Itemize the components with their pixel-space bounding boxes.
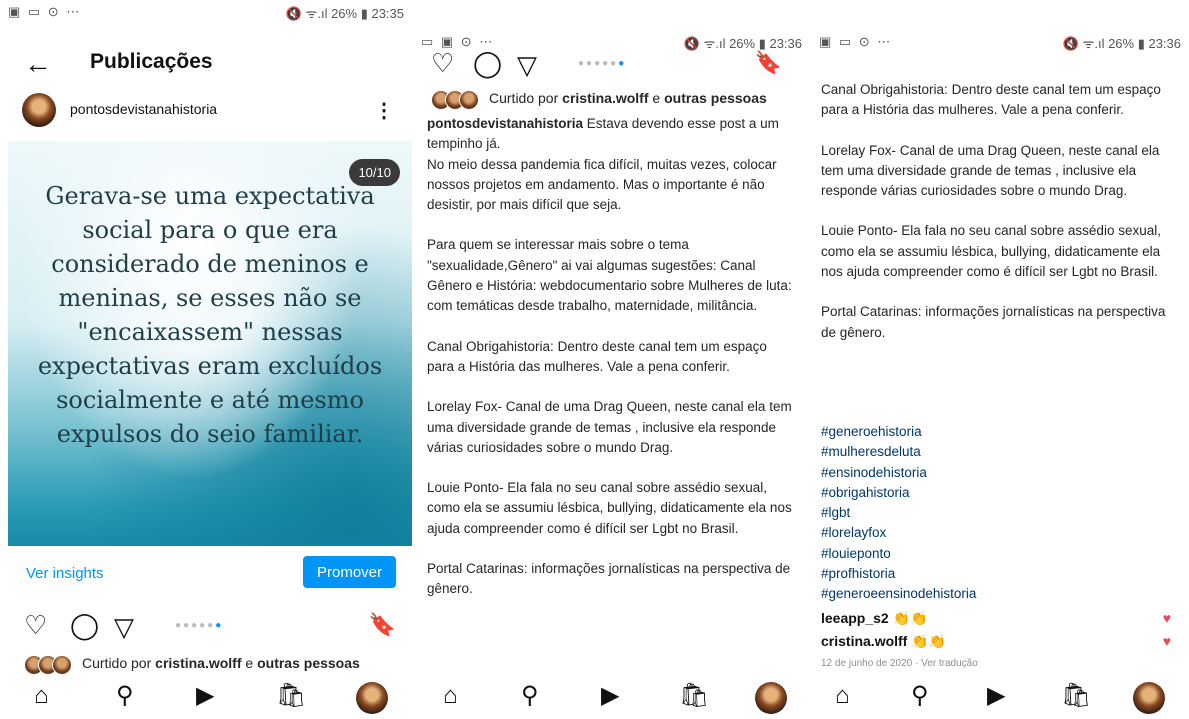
search-icon[interactable]: ⚲ [911, 684, 929, 708]
bookmark-icon[interactable]: 🔖 [755, 52, 782, 74]
bookmark-icon[interactable]: 🔖 [369, 614, 396, 636]
search-icon[interactable]: ⚲ [521, 684, 539, 708]
comment-username[interactable]: leeapp_s2 [821, 610, 889, 626]
comment-username[interactable]: cristina.wolff [821, 633, 907, 649]
likes-summary[interactable]: Curtido por cristina.wolff e outras pess… [24, 654, 404, 676]
shop-icon[interactable]: 🛍 [679, 684, 709, 708]
carousel-dots: ●●●●●● [175, 620, 224, 631]
caption-paragraph: Canal Obrigahistoria: Dentro deste canal… [821, 82, 1161, 118]
hashtag-link[interactable]: #ensinodehistoria [821, 463, 976, 483]
hashtag-link[interactable]: #louieponto [821, 544, 976, 564]
share-icon[interactable]: ▽ [517, 52, 537, 78]
username[interactable]: pontosdevistanahistoria [70, 101, 217, 117]
promote-button[interactable]: Promover [303, 556, 396, 588]
status-icons-left: ▣ ▭ ⊙ ⋯ [8, 4, 82, 19]
liker-avatar [52, 655, 72, 675]
hashtag-list: #generoehistoria #mulheresdeluta #ensino… [821, 422, 976, 605]
caption-paragraph: Louie Ponto- Ela fala no seu canal sobre… [821, 223, 1161, 280]
comment-icon[interactable]: ◯ [473, 50, 502, 76]
post-quote-text: Gerava-se uma expectativa social para o … [37, 182, 383, 448]
home-icon[interactable]: ⌂ [34, 684, 49, 708]
hashtag-link[interactable]: #mulheresdeluta [821, 442, 976, 462]
hashtag-link[interactable]: #generoeensinodehistoria [821, 584, 976, 604]
status-icons-right: 🔇 ᯤ.ıl 26% ▮ 23:36 [1062, 36, 1181, 51]
status-bar: ▭ ▣ ⊙ ⋯ 🔇 ᯤ.ıl 26% ▮ 23:36 [413, 30, 810, 51]
insights-link[interactable]: Ver insights [26, 565, 104, 582]
comment-like-icon[interactable]: ♥ [1163, 633, 1171, 649]
post-image[interactable]: 10/10 Gerava-se uma expectativa social p… [8, 141, 412, 546]
comment-text: 👏👏 [892, 610, 928, 626]
home-icon[interactable]: ⌂ [835, 684, 850, 708]
avatar[interactable] [22, 93, 56, 127]
comment-row: leeapp_s2 👏👏 ♥ [821, 610, 1179, 632]
hashtag-link[interactable]: #generoehistoria [821, 422, 976, 442]
back-arrow-icon[interactable]: ← [24, 48, 52, 80]
header: ← Publicações [0, 40, 412, 84]
shop-icon[interactable]: 🛍 [276, 684, 306, 708]
post-panel-2: ▭ ▣ ⊙ ⋯ 🔇 ᯤ.ıl 26% ▮ 23:36 ♡ ◯ ▽ ●●●●●● … [413, 0, 810, 719]
post-date[interactable]: 12 de junho de 2020 · Ver tradução [821, 658, 978, 669]
bottom-nav: ⌂ ⚲ ▶ 🛍 [413, 678, 810, 719]
reels-icon[interactable]: ▶ [987, 684, 1005, 708]
hashtag-link[interactable]: #lgbt [821, 503, 976, 523]
post-panel-1: ▣ ▭ ⊙ ⋯ 🔇 ᯤ.ıl 26% ▮ 23:35 ← Publicações… [0, 0, 412, 719]
profile-avatar[interactable] [356, 682, 388, 714]
reels-icon[interactable]: ▶ [196, 684, 214, 708]
like-heart-icon[interactable]: ♡ [431, 50, 454, 76]
status-icons-left: ▣ ▭ ⊙ ⋯ [819, 34, 893, 49]
caption-author[interactable]: pontosdevistanahistoria [427, 116, 583, 131]
comment-icon[interactable]: ◯ [70, 612, 99, 638]
like-heart-icon[interactable]: ♡ [24, 612, 47, 638]
post-panel-3: ▣ ▭ ⊙ ⋯ 🔇 ᯤ.ıl 26% ▮ 23:36 Canal Obrigah… [811, 0, 1189, 719]
reels-icon[interactable]: ▶ [601, 684, 619, 708]
shop-icon[interactable]: 🛍 [1061, 684, 1091, 708]
status-bar: ▣ ▭ ⊙ ⋯ 🔇 ᯤ.ıl 26% ▮ 23:35 [0, 0, 412, 21]
post-caption: Canal Obrigahistoria: Dentro deste canal… [821, 80, 1173, 363]
hashtag-link[interactable]: #lorelayfox [821, 523, 976, 543]
status-icons-right: 🔇 ᯤ.ıl 26% ▮ 23:35 [285, 6, 404, 21]
bottom-nav: ⌂ ⚲ ▶ 🛍 [0, 678, 412, 719]
caption-paragraph: Portal Catarinas: informações jornalísti… [427, 561, 791, 597]
profile-avatar[interactable] [1133, 682, 1165, 714]
likes-text: Curtido por cristina.wolff e outras pess… [82, 655, 360, 671]
caption-paragraph: Para quem se interessar mais sobre o tem… [427, 237, 792, 314]
caption-paragraph: Portal Catarinas: informações jornalísti… [821, 304, 1166, 340]
comment-text: 👏👏 [911, 633, 947, 649]
hashtag-link[interactable]: #profhistoria [821, 564, 976, 584]
caption-paragraph: Louie Ponto- Ela fala no seu canal sobre… [427, 480, 792, 536]
share-icon[interactable]: ▽ [114, 614, 134, 640]
hashtag-link[interactable]: #obrigahistoria [821, 483, 976, 503]
caption-paragraph: Lorelay Fox- Canal de uma Drag Queen, ne… [427, 399, 792, 455]
more-options-icon[interactable]: ⋮ [374, 98, 394, 123]
caption-paragraph: Canal Obrigahistoria: Dentro deste canal… [427, 338, 767, 374]
profile-avatar[interactable] [755, 682, 787, 714]
caption-paragraph: No meio dessa pandemia fica difícil, mui… [427, 156, 777, 213]
likes-text: Curtido por cristina.wolff e outras pess… [489, 90, 767, 106]
comment-like-icon[interactable]: ♥ [1163, 610, 1171, 626]
search-icon[interactable]: ⚲ [116, 684, 134, 708]
comment-row: cristina.wolff 👏👏 ♥ [821, 633, 1179, 655]
home-icon[interactable]: ⌂ [443, 684, 458, 708]
likes-summary[interactable]: Curtido por cristina.wolff e outras pess… [431, 89, 801, 111]
status-icons-right: 🔇 ᯤ.ıl 26% ▮ 23:36 [683, 36, 802, 51]
status-bar: ▣ ▭ ⊙ ⋯ 🔇 ᯤ.ıl 26% ▮ 23:36 [811, 30, 1189, 51]
post-caption: pontosdevistanahistoria Estava devendo e… [427, 114, 797, 620]
caption-paragraph: Lorelay Fox- Canal de uma Drag Queen, ne… [821, 142, 1160, 199]
liker-avatar [459, 90, 479, 110]
carousel-dots: ●●●●●● [578, 58, 627, 69]
page-title: Publicações [90, 50, 213, 73]
bottom-nav: ⌂ ⚲ ▶ 🛍 [811, 678, 1189, 719]
